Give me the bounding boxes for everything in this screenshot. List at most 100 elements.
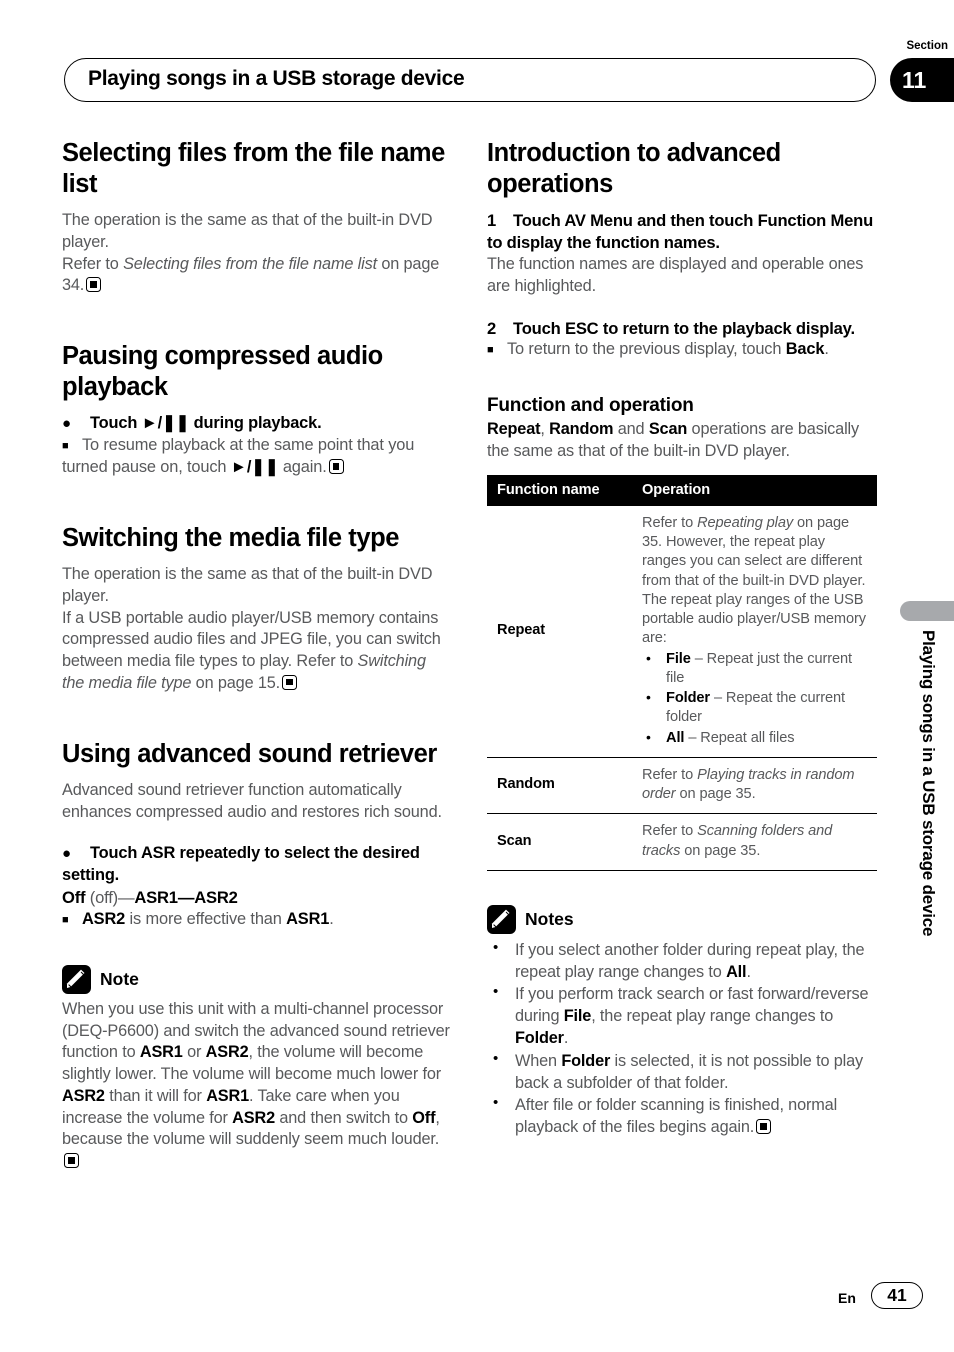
notes-list: If you select another folder during repe… <box>487 938 879 1138</box>
step-1-number: 1 <box>487 211 497 231</box>
footer-page-number: 41 <box>871 1282 923 1309</box>
asr-setting-1: ASR1 <box>134 888 178 908</box>
footer-language: En <box>838 1290 856 1306</box>
resume-glyph: ►/❚❚ <box>230 458 279 477</box>
left-column: Selecting files from the file name list … <box>62 138 452 1173</box>
table-row: Random Refer to Playing tracks in random… <box>487 757 877 815</box>
list-item: When Folder is selected, it is not possi… <box>487 1049 879 1094</box>
page-title: Playing songs in a USB storage device <box>88 67 465 90</box>
range-file-label: File <box>666 650 691 667</box>
table-row: Scan Refer to Scanning folders and track… <box>487 813 877 871</box>
note2-t1: When <box>515 1051 562 1070</box>
back-button-ref: Back <box>785 340 825 359</box>
bullet-touch-pause-text: Touch ►/❚❚ during playback. <box>90 414 322 433</box>
function-operation-table: Function name Operation Repeat Refer to … <box>487 474 877 871</box>
list-item: All – Repeat all files <box>642 728 871 748</box>
note-header: Note <box>62 964 452 994</box>
note-b1: ASR1 <box>139 1043 183 1062</box>
note-b6: Off <box>412 1108 436 1127</box>
section-label: Section <box>906 40 948 52</box>
switching-text-b: on page 15. <box>191 673 281 692</box>
page-header: Playing songs in a USB storage device <box>64 58 876 102</box>
asr1-ref: ASR1 <box>286 910 330 928</box>
paragraph-selecting-files-2: Refer to Selecting files from the file n… <box>62 254 452 298</box>
range-file-desc: – Repeat just the current file <box>666 650 853 686</box>
note3-t1: After file or folder scanning is finishe… <box>515 1095 838 1137</box>
end-of-topic-icon <box>86 277 102 293</box>
cell-operation: Refer to Repeating play on page 35. Howe… <box>632 505 877 758</box>
refer-prefix: Refer to <box>62 254 124 273</box>
side-tab-marker <box>900 601 954 621</box>
cell-function-name: Repeat <box>487 505 632 758</box>
asr-compare-period: . <box>329 910 334 928</box>
asr-settings-sequence: Off (off)—ASR1—ASR2 <box>62 887 452 909</box>
note2-b1: Folder <box>561 1051 611 1070</box>
step-2-number: 2 <box>487 318 497 338</box>
heading-pausing-playback: Pausing compressed audio playback <box>62 342 383 402</box>
list-item: After file or folder scanning is finishe… <box>487 1093 879 1138</box>
paragraph-switching-1: The operation is the same as that of the… <box>62 565 433 605</box>
op-prefix: Refer to <box>642 766 698 783</box>
note-b2: ASR2 <box>205 1043 249 1062</box>
paragraph-asr-intro: Advanced sound retriever function automa… <box>62 780 442 821</box>
heading-advanced-sound-retriever: Using advanced sound retriever <box>62 739 437 768</box>
bullet-touch-asr-text: Touch ASR repeatedly to select the desir… <box>62 844 420 885</box>
op-suffix: on page 35. However, the repeat play ran… <box>642 514 866 647</box>
op-prefix: Refer to <box>642 823 698 840</box>
note-body-asr: When you use this unit with a multi-chan… <box>62 999 452 1173</box>
step-1-body: The function names are displayed and ope… <box>487 255 864 295</box>
cell-function-name: Scan <box>487 813 632 871</box>
fn-repeat-ref: Repeat <box>487 420 541 439</box>
note0-t2: . <box>746 962 751 981</box>
range-folder-label: Folder <box>666 690 710 707</box>
cell-operation: Refer to Scanning folders and tracks on … <box>632 813 877 871</box>
bullet-square-marker: ■ <box>62 914 69 926</box>
return-text-b: . <box>824 340 829 359</box>
note-t6: and then switch to <box>275 1108 413 1127</box>
fn-scan-ref: Scan <box>648 420 688 439</box>
note0-t1: If you select another folder during repe… <box>515 940 865 981</box>
list-item: File – Repeat just the current file <box>642 649 871 689</box>
step-1-text: Touch AV Menu and then touch Function Me… <box>487 211 873 253</box>
asr-setting-off-paren: (off)— <box>85 888 135 908</box>
asr-compare-text: is more effective than <box>125 910 287 928</box>
bullet-touch-pause: ● Touch ►/❚❚ during playback. <box>62 413 452 435</box>
op-suffix: on page 35. <box>680 842 761 859</box>
range-all-label: All <box>666 729 685 746</box>
heading-selecting-files: Selecting files from the file name list <box>62 139 445 199</box>
asr2-ref: ASR2 <box>82 910 126 928</box>
side-running-head: Playing songs in a USB storage device <box>919 630 938 937</box>
note-b5: ASR2 <box>232 1108 275 1127</box>
bullet-square-marker: ■ <box>487 344 494 357</box>
column-header-function-name: Function name <box>487 474 632 506</box>
heading-switching-media-file-type: Switching the media file type <box>62 524 399 553</box>
range-all-desc: – Repeat all files <box>684 729 795 746</box>
list-item: If you select another folder during repe… <box>487 938 879 983</box>
bullet-asr-effectiveness: ■ ASR2 is more effective than ASR1. <box>62 909 452 931</box>
notes-header: Notes <box>487 904 879 934</box>
note1-b2: Folder <box>515 1029 564 1048</box>
fn-sep-2: and <box>613 420 649 439</box>
note1-t3: . <box>563 1029 569 1048</box>
bullet-dot-marker: ● <box>62 845 71 863</box>
end-of-topic-icon <box>64 1153 79 1169</box>
repeat-range-list: File – Repeat just the current file Fold… <box>642 649 871 748</box>
bullet-square-marker: ■ <box>62 440 69 453</box>
bullet-touch-asr: ● Touch ASR repeatedly to select the desi… <box>62 843 452 887</box>
notes-title: Notes <box>525 908 574 929</box>
cell-operation: Refer to Playing tracks in random order … <box>632 757 877 815</box>
end-of-topic-icon <box>756 1119 772 1135</box>
asr-setting-dash: — <box>177 888 195 908</box>
heading-function-and-operation: Function and operation <box>487 395 694 417</box>
op-prefix: Refer to <box>642 514 698 531</box>
step-1: 1 Touch AV Menu and then touch Function M… <box>487 210 879 254</box>
section-number-badge: 11 <box>890 58 954 102</box>
list-item: Folder – Repeat the current folder <box>642 688 871 728</box>
note1-t2: , the repeat play range changes to <box>591 1007 834 1026</box>
fn-sep-1: , <box>540 420 550 439</box>
table-row: Repeat Refer to Repeating play on page 3… <box>487 505 877 758</box>
op-italic-title: Repeating play <box>697 514 794 531</box>
note-b4: ASR1 <box>206 1086 250 1105</box>
step-2: 2 Touch ESC to return to the playback dis… <box>487 318 879 340</box>
note-t2: or <box>182 1043 206 1062</box>
